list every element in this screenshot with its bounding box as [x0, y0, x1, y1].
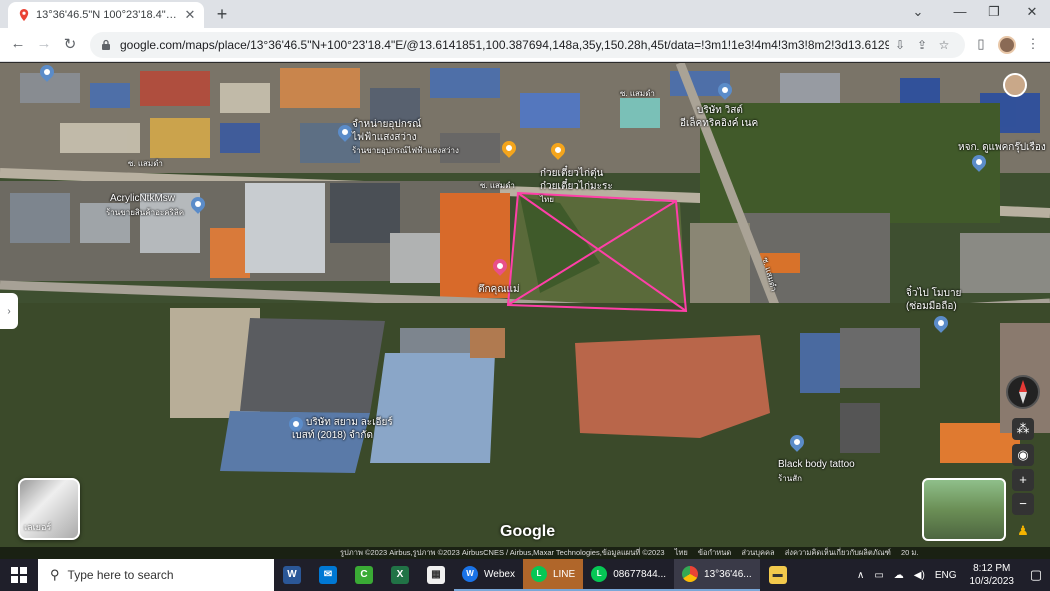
- layers-button[interactable]: เลเยอร์: [18, 478, 80, 540]
- webex-icon: W: [462, 566, 478, 582]
- windows-logo-icon: [11, 567, 27, 583]
- camtasia-app-icon[interactable]: C: [346, 559, 382, 591]
- word-app-icon[interactable]: W: [274, 559, 310, 591]
- line-icon: L: [591, 566, 608, 582]
- share-icon[interactable]: ⇪: [911, 38, 933, 52]
- map-attribution: รูปภาพ ©2023 Airbus,รูปภาพ ©2023 AirbusC…: [0, 547, 1050, 559]
- map-label: (ซ่อมมือถือ): [906, 301, 957, 312]
- feedback-link[interactable]: ส่งความคิดเห็นเกี่ยวกับผลิตภัณฑ์: [785, 548, 891, 557]
- search-icon: ⚲: [50, 567, 60, 582]
- compass-icon[interactable]: [1006, 375, 1040, 409]
- menu-kebab-icon[interactable]: ⋮: [1024, 36, 1042, 52]
- map-label: ซ. แสมดำ: [480, 181, 515, 190]
- chrome-icon: [682, 566, 699, 582]
- google-logo: Google: [500, 523, 556, 540]
- reload-icon[interactable]: ↻: [60, 35, 80, 53]
- lock-icon: [102, 39, 110, 50]
- profile-avatar[interactable]: [998, 36, 1016, 54]
- map-label: ร้านสัก: [778, 474, 802, 483]
- map-label: หจก. ดูแพคกรุ๊ปเรือง: [958, 142, 1046, 153]
- taskbar-line-chat[interactable]: L 08677844...: [583, 559, 675, 591]
- satellite-imagery: [0, 63, 1050, 559]
- address-bar[interactable]: google.com/maps/place/13°36'46.5"N+100°2…: [90, 32, 965, 58]
- map-label: ไทย: [540, 195, 554, 204]
- new-tab-icon[interactable]: +: [212, 4, 232, 25]
- attribution-country[interactable]: ไทย: [675, 548, 688, 557]
- taskbar-chrome[interactable]: 13°36'46...: [674, 559, 760, 591]
- bookmark-star-icon[interactable]: ☆: [933, 38, 955, 52]
- map-label: ซ. แสมดำ: [620, 89, 655, 98]
- attribution-text: รูปภาพ ©2023 Airbus,รูปภาพ ©2023 AirbusC…: [340, 548, 665, 557]
- clock-time: 8:12 PM: [973, 563, 1011, 574]
- line-icon: L: [530, 566, 547, 582]
- search-placeholder: Type here to search: [67, 568, 174, 582]
- forward-icon[interactable]: →: [34, 35, 54, 52]
- window-close-icon[interactable]: ✕: [1022, 4, 1042, 20]
- map-label: ซ. แสมดำ: [128, 159, 163, 168]
- layers-label: เลเยอร์: [24, 522, 52, 532]
- privacy-link[interactable]: ส่วนบุคคล: [741, 548, 774, 557]
- user-avatar[interactable]: [1003, 73, 1027, 97]
- browser-tab[interactable]: 13°36'46.5"N 100°23'18.4"E - Go ✕: [8, 2, 204, 28]
- battery-icon[interactable]: ▭: [874, 570, 883, 581]
- tab-search-icon[interactable]: ⌄: [908, 4, 928, 20]
- install-app-icon[interactable]: ⇩: [889, 38, 911, 52]
- terms-link[interactable]: ข้อกำหนด: [698, 548, 731, 557]
- taskbar-line[interactable]: L LINE: [522, 559, 584, 591]
- expand-side-panel-icon[interactable]: ›: [0, 293, 18, 329]
- map-label: อีเล็คทริคอิงค์ เนค: [680, 118, 759, 129]
- minimize-icon[interactable]: —: [950, 4, 970, 19]
- street-view-thumbnail[interactable]: [922, 478, 1006, 541]
- scale-label[interactable]: 20 ม.: [901, 548, 918, 557]
- taskbar-webex[interactable]: W Webex: [454, 559, 523, 591]
- street-view-people-icon[interactable]: ⁂: [1012, 418, 1034, 440]
- zoom-in-icon[interactable]: +: [1012, 469, 1034, 491]
- map-label: ร้านขายสินค้าอะคริลิค: [106, 208, 185, 217]
- url-text: google.com/maps/place/13°36'46.5"N+100°2…: [120, 38, 889, 52]
- taskbar-item-label: Webex: [484, 568, 515, 580]
- browser-toolbar: ← → ↻ google.com/maps/place/13°36'46.5"N…: [0, 28, 1050, 62]
- taskbar-item-label: LINE: [552, 568, 576, 580]
- mail-app-icon[interactable]: ✉: [310, 559, 346, 591]
- side-panel-icon[interactable]: ▯: [972, 36, 990, 52]
- map-label: ร้านขายอุปกรณ์ไฟฟ้าแสงสว่าง: [352, 146, 459, 155]
- store-app-icon[interactable]: ▦: [418, 559, 454, 591]
- pegman-icon[interactable]: ♟: [1014, 523, 1032, 541]
- map-label: Black body tattoo: [778, 459, 855, 470]
- map-label: ก๋วยเตี๋ยวไก่มะระ: [540, 181, 613, 192]
- onedrive-icon[interactable]: ☁: [894, 570, 904, 581]
- google-maps-favicon-icon: [19, 9, 29, 21]
- excel-app-icon[interactable]: X: [382, 559, 418, 591]
- notifications-icon[interactable]: ▢: [1022, 567, 1050, 583]
- map-label: ตึกคุณแม่: [478, 284, 520, 295]
- system-tray: ∧ ▭ ☁ ◀) ENG 8:12 PM 10/3/2023 ▢: [852, 559, 1050, 591]
- browser-tab-strip: 13°36'46.5"N 100°23'18.4"E - Go ✕ + ⌄ — …: [0, 0, 1050, 28]
- satellite-map[interactable]: ซ. แสมดำ บริษัท วิสต์ อีเล็คทริคอิงค์ เน…: [0, 63, 1050, 559]
- map-label: ไฟฟ้าแสงสว่าง: [352, 132, 417, 143]
- file-explorer-icon[interactable]: ▬: [760, 559, 796, 591]
- clock-date: 10/3/2023: [969, 576, 1015, 587]
- volume-icon[interactable]: ◀): [914, 570, 925, 581]
- taskbar-item-label: 13°36'46...: [704, 568, 752, 580]
- zoom-out-icon[interactable]: −: [1012, 493, 1034, 515]
- show-hidden-icons-icon[interactable]: ∧: [857, 570, 864, 581]
- windows-taskbar: ⚲ Type here to search W ✉ C X ▦ W Webex …: [0, 559, 1050, 591]
- input-language[interactable]: ENG: [935, 570, 957, 581]
- map-label: เบสท์ (2018) จำกัด: [292, 430, 373, 441]
- compass-needle: [1019, 380, 1027, 404]
- back-icon[interactable]: ←: [8, 35, 28, 52]
- screen: 13°36'46.5"N 100°23'18.4"E - Go ✕ + ⌄ — …: [0, 0, 1050, 591]
- windows-start-icon[interactable]: [0, 559, 38, 591]
- restore-icon[interactable]: ❐: [984, 4, 1004, 20]
- taskbar-clock[interactable]: 8:12 PM 10/3/2023: [970, 562, 1015, 588]
- map-label: AcrylicNtkMsw: [110, 193, 175, 204]
- taskbar-item-label: 08677844...: [613, 568, 667, 580]
- tab-close-icon[interactable]: ✕: [182, 7, 198, 23]
- tab-title: 13°36'46.5"N 100°23'18.4"E - Go: [36, 9, 182, 21]
- taskbar-search-box[interactable]: ⚲ Type here to search: [38, 559, 274, 591]
- my-location-icon[interactable]: ◉: [1012, 444, 1034, 466]
